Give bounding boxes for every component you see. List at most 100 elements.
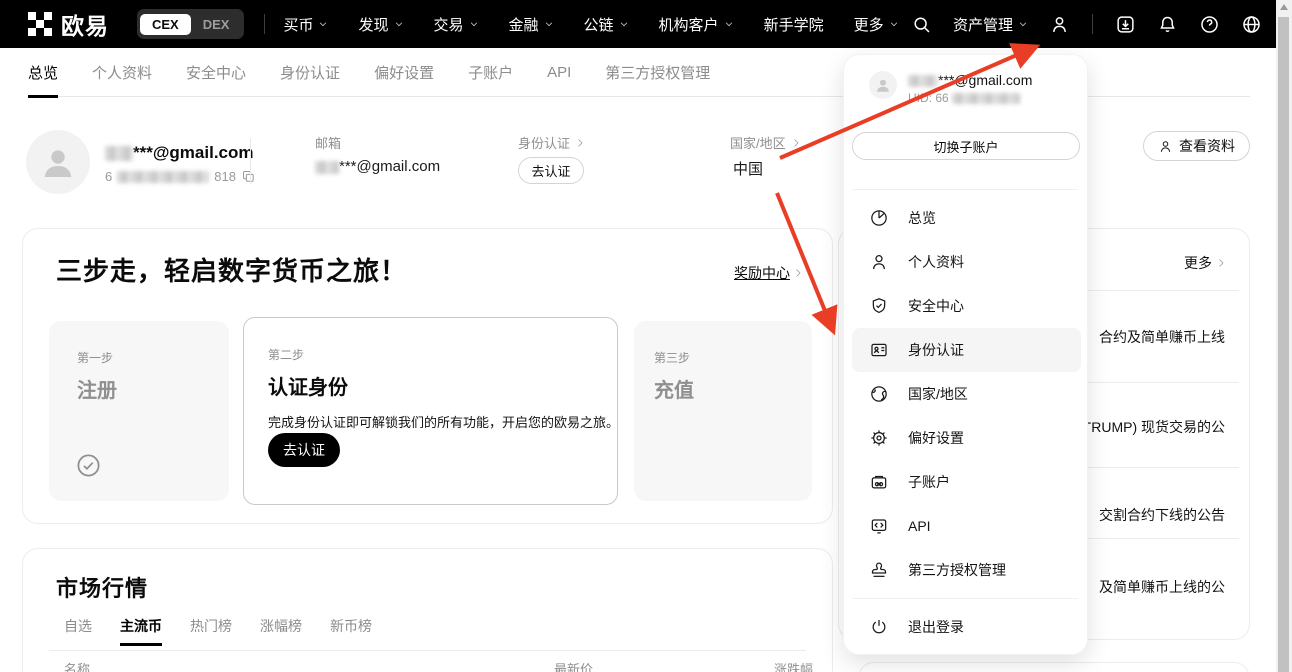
download-icon[interactable] xyxy=(1115,14,1136,35)
chevron-right-icon xyxy=(1215,257,1227,269)
chevron-right-icon xyxy=(790,137,802,149)
step-title: 注册 xyxy=(77,374,201,403)
shield-check-icon xyxy=(869,296,889,316)
search-icon[interactable] xyxy=(911,14,932,35)
view-profile-button[interactable]: 查看资料 xyxy=(1143,131,1250,161)
profile-uid: 6818 xyxy=(105,169,256,184)
redacted-text xyxy=(315,161,339,174)
step-title: 认证身份 xyxy=(268,371,593,400)
chevron-down-icon xyxy=(394,19,404,29)
redacted-text xyxy=(105,146,133,161)
tab-preferences[interactable]: 偏好设置 xyxy=(374,62,434,83)
chevron-down-icon xyxy=(1018,19,1028,29)
avatar xyxy=(869,71,897,99)
navbar-right: 资产管理 xyxy=(911,14,1262,35)
divider xyxy=(853,189,1078,190)
menu-item-logout[interactable]: 退出登录 xyxy=(852,605,1081,649)
copy-icon[interactable] xyxy=(241,169,256,184)
menu-item-third-party-auth[interactable]: 第三方授权管理 xyxy=(852,548,1081,592)
menu-item-preferences[interactable]: 偏好设置 xyxy=(852,416,1081,460)
scrollbar[interactable] xyxy=(1276,0,1292,672)
chevron-down-icon xyxy=(619,19,629,29)
chevron-down-icon xyxy=(724,19,734,29)
globe-icon[interactable] xyxy=(1241,14,1262,35)
announcement-item[interactable]: TRUMP) 现货交易的公 xyxy=(1083,417,1225,437)
nav-item-chain[interactable]: 公链 xyxy=(584,14,629,35)
bell-icon[interactable] xyxy=(1157,14,1178,35)
market-tab-hot[interactable]: 热门榜 xyxy=(190,616,232,636)
step-number: 第二步 xyxy=(268,346,593,363)
go-verify-button[interactable]: 去认证 xyxy=(268,433,340,467)
tab-security-center[interactable]: 安全中心 xyxy=(186,62,246,83)
dropdown-uid: UID: 66 xyxy=(908,91,1020,105)
menu-item-api[interactable]: API xyxy=(852,504,1081,548)
col-header-name: 名称 xyxy=(64,659,90,672)
logo-text[interactable]: 欧易 xyxy=(61,7,109,41)
menu-item-identity-verification[interactable]: 身份认证 xyxy=(852,328,1081,372)
user-icon[interactable] xyxy=(1049,14,1070,35)
scrollbar-thumb[interactable] xyxy=(1278,17,1289,672)
scroll-up-icon[interactable] xyxy=(1280,4,1288,10)
menu-item-security-center[interactable]: 安全中心 xyxy=(852,284,1081,328)
okx-logo-icon[interactable] xyxy=(28,12,52,36)
verify-now-button[interactable]: 去认证 xyxy=(518,157,584,184)
announcements-more-link[interactable]: 更多 xyxy=(1184,253,1227,273)
market-card: 市场行情 自选 主流币 热门榜 涨幅榜 新币榜 名称 最新价 涨跌幅 xyxy=(22,548,833,672)
tab-overview[interactable]: 总览 xyxy=(28,62,58,83)
stamp-icon xyxy=(869,560,889,580)
pie-chart-icon xyxy=(869,208,889,228)
tab-personal-info[interactable]: 个人资料 xyxy=(92,62,152,83)
rewards-center-link[interactable]: 奖励中心 xyxy=(734,263,804,283)
nav-item-finance[interactable]: 金融 xyxy=(509,14,554,35)
tab-subaccounts[interactable]: 子账户 xyxy=(468,62,513,83)
redacted-text xyxy=(117,171,209,183)
chevron-down-icon xyxy=(544,19,554,29)
subaccount-icon xyxy=(869,472,889,492)
tab-api[interactable]: API xyxy=(547,64,571,81)
step-title: 充值 xyxy=(654,374,792,403)
step-deposit-card[interactable]: 第三步 充值 xyxy=(634,321,812,501)
announcement-item[interactable]: 交割合约下线的公告 xyxy=(1099,505,1225,525)
menu-item-personal-info[interactable]: 个人资料 xyxy=(852,240,1081,284)
chevron-down-icon xyxy=(469,19,479,29)
person-icon xyxy=(1158,139,1173,154)
nav-item-more[interactable]: 更多 xyxy=(854,14,899,35)
menu-item-region[interactable]: 国家/地区 xyxy=(852,372,1081,416)
market-tab-new[interactable]: 新币榜 xyxy=(330,616,372,636)
step-register-card[interactable]: 第一步 注册 xyxy=(49,321,229,501)
menu-item-subaccounts[interactable]: 子账户 xyxy=(852,460,1081,504)
nav-item-institutional[interactable]: 机构客户 xyxy=(659,14,734,35)
globe-icon xyxy=(869,384,889,404)
nav-item-academy[interactable]: 新手学院 xyxy=(764,14,824,35)
kyc-link[interactable]: 身份认证 xyxy=(518,133,586,152)
region-link[interactable]: 国家/地区 xyxy=(730,133,802,152)
nav-item-discover[interactable]: 发现 xyxy=(358,14,403,35)
switch-subaccount-button[interactable]: 切换子账户 xyxy=(852,132,1080,160)
avatar xyxy=(26,130,90,194)
toggle-cex[interactable]: CEX xyxy=(140,14,191,35)
nav-item-buy[interactable]: 买币 xyxy=(283,14,328,35)
divider xyxy=(1092,14,1093,34)
id-card-icon xyxy=(869,340,889,360)
tab-identity-verification[interactable]: 身份认证 xyxy=(280,62,340,83)
toggle-dex[interactable]: DEX xyxy=(191,14,242,35)
announcement-item[interactable]: 合约及简单赚币上线 xyxy=(1099,327,1225,347)
nav-item-trade[interactable]: 交易 xyxy=(434,14,479,35)
check-circle-icon xyxy=(75,452,102,479)
step-number: 第三步 xyxy=(654,349,792,366)
divider xyxy=(250,138,251,184)
help-icon[interactable] xyxy=(1199,14,1220,35)
market-tab-favorites[interactable]: 自选 xyxy=(64,616,92,636)
tab-third-party-auth[interactable]: 第三方授权管理 xyxy=(605,62,710,83)
market-tab-mainstream[interactable]: 主流币 xyxy=(120,616,162,636)
assets-menu[interactable]: 资产管理 xyxy=(953,14,1028,35)
menu-item-overview[interactable]: 总览 xyxy=(852,196,1081,240)
announcement-item[interactable]: 及简单赚币上线的公 xyxy=(1099,577,1225,597)
col-header-change: 涨跌幅 xyxy=(774,659,813,672)
top-navbar: 欧易 CEX DEX 买币 发现 交易 金融 公链 机构客户 新手学院 更多 资… xyxy=(0,0,1276,48)
email-value: ***@gmail.com xyxy=(315,158,440,175)
okx-account-page: 欧易 CEX DEX 买币 发现 交易 金融 公链 机构客户 新手学院 更多 资… xyxy=(0,0,1292,672)
step-verify-card[interactable]: 第二步 认证身份 完成身份认证即可解锁我们的所有功能，开启您的欧易之旅。 去认证 xyxy=(243,317,618,505)
onboarding-title: 三步走，轻启数字货币之旅！ xyxy=(56,251,407,288)
market-tab-gainers[interactable]: 涨幅榜 xyxy=(260,616,302,636)
